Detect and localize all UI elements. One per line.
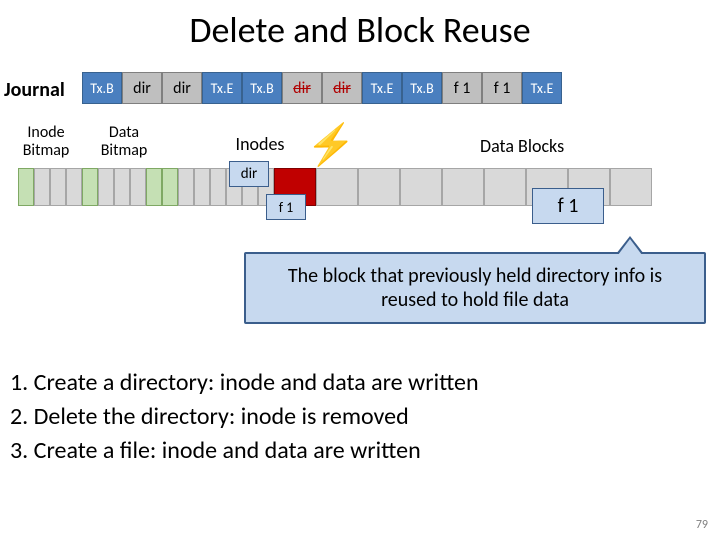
data-bm-cell [98, 168, 114, 206]
journal-row: Tx.B dir dir Tx.E Tx.B dir dir Tx.E Tx.B… [82, 72, 582, 104]
journal-cell-dir: dir [122, 72, 162, 104]
step-3: 3. Create a file: inode and data are wri… [10, 434, 479, 468]
journal-spacer [562, 72, 582, 104]
step-2: 2. Delete the directory: inode is remove… [10, 400, 479, 434]
inode-bm-cell [66, 168, 82, 206]
inodes-label: Inodes [210, 135, 310, 153]
data-block-cell [610, 168, 652, 206]
inode-bm-cell [34, 168, 50, 206]
journal-cell-txb: Tx.B [242, 72, 282, 104]
journal-cell-f1: f 1 [482, 72, 522, 104]
inode-bm-cell [18, 168, 34, 206]
f1-datablock-overlay: f 1 [532, 188, 604, 224]
journal-cell-dir-struck: dir [282, 72, 322, 104]
inode-cell [178, 168, 194, 206]
data-block-cell [358, 168, 400, 206]
inode-bitmap-label: Inode Bitmap [14, 124, 78, 160]
data-block-cell [484, 168, 526, 206]
data-bm-cell [130, 168, 146, 206]
steps-list: 1. Create a directory: inode and data ar… [10, 366, 479, 468]
inode-cell [210, 168, 226, 206]
slide-title: Delete and Block Reuse [0, 8, 720, 52]
inode-cell [146, 168, 162, 206]
data-block-cell [316, 168, 358, 206]
data-block-cell [442, 168, 484, 206]
callout-box: The block that previously held directory… [244, 252, 706, 324]
data-blocks-label: Data Blocks [480, 135, 564, 157]
inode-cell [162, 168, 178, 206]
journal-cell-txb: Tx.B [82, 72, 122, 104]
journal-cell-dir: dir [162, 72, 202, 104]
journal-cell-txb: Tx.B [402, 72, 442, 104]
f1-inode-overlay: f 1 [266, 194, 306, 220]
inode-cell [194, 168, 210, 206]
journal-cell-txe: Tx.E [202, 72, 242, 104]
journal-cell-txe: Tx.E [362, 72, 402, 104]
page-number: 79 [696, 518, 708, 532]
step-1: 1. Create a directory: inode and data ar… [10, 366, 479, 400]
data-block-cell [400, 168, 442, 206]
data-bm-cell [82, 168, 98, 206]
journal-cell-dir-struck: dir [322, 72, 362, 104]
journal-cell-f1: f 1 [442, 72, 482, 104]
journal-label: Journal [4, 78, 65, 102]
journal-cell-txe: Tx.E [522, 72, 562, 104]
lightning-icon: ⚡ [306, 120, 356, 169]
dir-inode-overlay: dir [229, 161, 269, 187]
data-bm-cell [114, 168, 130, 206]
data-bitmap-label: Data Bitmap [92, 124, 156, 160]
inode-bm-cell [50, 168, 66, 206]
